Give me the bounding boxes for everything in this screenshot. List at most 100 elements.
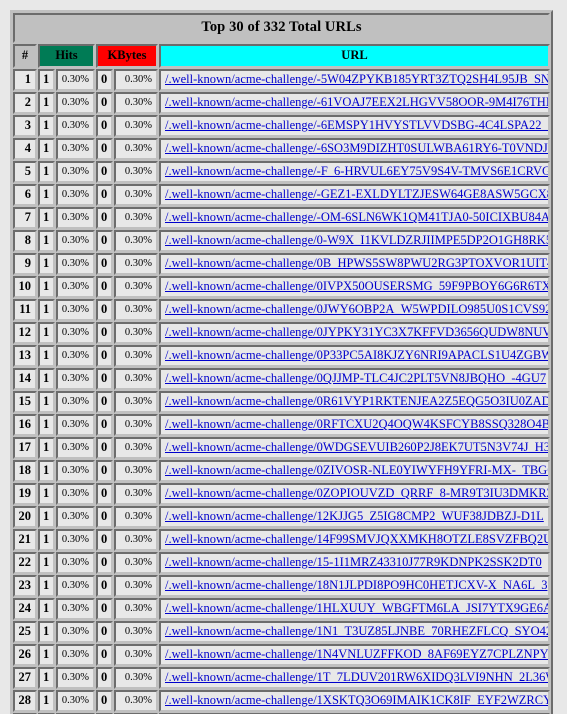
cell-hits: 1 <box>38 598 55 620</box>
cell-hits-pct: 0.30% <box>56 506 95 528</box>
url-link[interactable]: /.well-known/acme-challenge/-6SO3M9DIZHT… <box>165 141 548 155</box>
table-row: 17 1 0.30% 0 0.30%/.well-known/acme-challeng… <box>13 437 550 459</box>
column-header-url[interactable]: URL <box>159 44 550 68</box>
cell-kbytes-pct: 0.30% <box>114 667 158 689</box>
cell-kbytes-pct: 0.30% <box>114 161 158 183</box>
url-link[interactable]: /.well-known/acme-challenge/-F_6-HRVUL6E… <box>165 164 548 178</box>
url-link[interactable]: /.well-known/acme-challenge/0-W9X_I1KVLD… <box>165 233 548 247</box>
cell-hits-pct: 0.30% <box>56 322 95 344</box>
cell-kbytes: 0 <box>96 207 113 229</box>
url-link[interactable]: /.well-known/acme-challenge/1HLXUUY_WBGF… <box>165 601 548 615</box>
url-link[interactable]: /.well-known/acme-challenge/0R61VYP1RKTE… <box>165 394 548 408</box>
cell-kbytes: 0 <box>96 368 113 390</box>
cell-hits-pct: 0.30% <box>56 414 95 436</box>
title-row: Top 30 of 332 Total URLs <box>13 13 550 43</box>
url-link[interactable]: /.well-known/acme-challenge/12KJJG5_Z5IG… <box>165 509 544 523</box>
cell-hits-pct: 0.30% <box>56 575 95 597</box>
url-link[interactable]: /.well-known/acme-challenge/15-1I1MRZ433… <box>165 555 542 569</box>
cell-hits-pct: 0.30% <box>56 138 95 160</box>
cell-hits-pct: 0.30% <box>56 621 95 643</box>
url-link[interactable]: /.well-known/acme-challenge/14F99SMVJQXX… <box>165 532 548 546</box>
cell-hits: 1 <box>38 483 55 505</box>
cell-hits-pct: 0.30% <box>56 690 95 712</box>
cell-kbytes-pct: 0.30% <box>114 598 158 620</box>
cell-rank: 27 <box>13 667 37 689</box>
cell-hits-pct: 0.30% <box>56 460 95 482</box>
cell-hits-pct: 0.30% <box>56 345 95 367</box>
url-link[interactable]: /.well-known/acme-challenge/1N4VNLUZFFKO… <box>165 647 548 661</box>
url-link[interactable]: /.well-known/acme-challenge/-OM-6SLN6WK1… <box>165 210 548 224</box>
cell-hits-pct: 0.30% <box>56 437 95 459</box>
table-row: 25 1 0.30% 0 0.30%/.well-known/acme-challeng… <box>13 621 550 643</box>
cell-hits: 1 <box>38 345 55 367</box>
url-link[interactable]: /.well-known/acme-challenge/0JYPKY31YC3X… <box>165 325 548 339</box>
cell-hits: 1 <box>38 253 55 275</box>
url-link[interactable]: /.well-known/acme-challenge/1XSKTQ3O69IM… <box>165 693 548 707</box>
cell-url: /.well-known/acme-challenge/-6SO3M9DIZHT… <box>159 138 550 160</box>
url-link[interactable]: /.well-known/acme-challenge/1N1_T3UZ85LJ… <box>165 624 548 638</box>
url-link[interactable]: /.well-known/acme-challenge/0IVPX50OUSER… <box>165 279 548 293</box>
cell-rank: 20 <box>13 506 37 528</box>
cell-hits-pct: 0.30% <box>56 644 95 666</box>
cell-rank: 13 <box>13 345 37 367</box>
table-row: 16 1 0.30% 0 0.30%/.well-known/acme-challeng… <box>13 414 550 436</box>
cell-kbytes-pct: 0.30% <box>114 115 158 137</box>
url-link[interactable]: /.well-known/acme-challenge/-GEZ1-EXLDYL… <box>165 187 548 201</box>
url-link[interactable]: /.well-known/acme-challenge/0WDGSEVUIB26… <box>165 440 548 454</box>
cell-url: /.well-known/acme-challenge/0ZOPIOUVZD_Q… <box>159 483 550 505</box>
cell-hits-pct: 0.30% <box>56 368 95 390</box>
url-link[interactable]: /.well-known/acme-challenge/1T_7LDUV201R… <box>165 670 548 684</box>
cell-url: /.well-known/acme-challenge/1HLXUUY_WBGF… <box>159 598 550 620</box>
url-link[interactable]: /.well-known/acme-challenge/0P33PC5AI8KJ… <box>165 348 548 362</box>
url-link[interactable]: /.well-known/acme-challenge/0B_HPWS5SW8P… <box>165 256 548 270</box>
cell-kbytes: 0 <box>96 598 113 620</box>
url-link[interactable]: /.well-known/acme-challenge/-6EMSPY1HVYS… <box>165 118 548 132</box>
column-header-rank[interactable]: # <box>13 44 37 68</box>
table-row: 6 1 0.30% 0 0.30%/.well-known/acme-challenge… <box>13 184 550 206</box>
cell-url: /.well-known/acme-challenge/15-1I1MRZ433… <box>159 552 550 574</box>
cell-url: /.well-known/acme-challenge/0P33PC5AI8KJ… <box>159 345 550 367</box>
table-row: 19 1 0.30% 0 0.30%/.well-known/acme-challeng… <box>13 483 550 505</box>
cell-kbytes: 0 <box>96 437 113 459</box>
cell-url: /.well-known/acme-challenge/0IVPX50OUSER… <box>159 276 550 298</box>
url-link[interactable]: /.well-known/acme-challenge/-5W04ZPYKB18… <box>165 72 548 86</box>
cell-url: /.well-known/acme-challenge/12KJJG5_Z5IG… <box>159 506 550 528</box>
cell-rank: 12 <box>13 322 37 344</box>
cell-rank: 8 <box>13 230 37 252</box>
cell-kbytes-pct: 0.30% <box>114 414 158 436</box>
cell-kbytes: 0 <box>96 460 113 482</box>
cell-kbytes: 0 <box>96 414 113 436</box>
cell-kbytes: 0 <box>96 138 113 160</box>
cell-rank: 1 <box>13 69 37 91</box>
table-row: 15 1 0.30% 0 0.30%/.well-known/acme-challeng… <box>13 391 550 413</box>
table-row: 11 1 0.30% 0 0.30%/.well-known/acme-challeng… <box>13 299 550 321</box>
url-link[interactable]: /.well-known/acme-challenge/0QJJMP-TLC4J… <box>165 371 546 385</box>
url-link[interactable]: /.well-known/acme-challenge/18N1JLPDI8PO… <box>165 578 547 592</box>
cell-rank: 25 <box>13 621 37 643</box>
cell-kbytes-pct: 0.30% <box>114 299 158 321</box>
cell-kbytes: 0 <box>96 69 113 91</box>
cell-rank: 6 <box>13 184 37 206</box>
table-row: 20 1 0.30% 0 0.30%/.well-known/acme-challeng… <box>13 506 550 528</box>
cell-kbytes: 0 <box>96 391 113 413</box>
table-head: Top 30 of 332 Total URLs # Hits KBytes U… <box>13 13 550 68</box>
cell-url: /.well-known/acme-challenge/1N4VNLUZFFKO… <box>159 644 550 666</box>
url-link[interactable]: /.well-known/acme-challenge/0ZIVOSR-NLE0… <box>165 463 548 477</box>
cell-hits-pct: 0.30% <box>56 92 95 114</box>
cell-kbytes: 0 <box>96 552 113 574</box>
url-link[interactable]: /.well-known/acme-challenge/0JWY6OBP2A_W… <box>165 302 548 316</box>
url-link[interactable]: /.well-known/acme-challenge/-61VOAJ7EEX2… <box>165 95 548 109</box>
column-header-kbytes[interactable]: KBytes <box>96 44 158 68</box>
cell-kbytes: 0 <box>96 345 113 367</box>
table-row: 22 1 0.30% 0 0.30%/.well-known/acme-challeng… <box>13 552 550 574</box>
table-row: 8 1 0.30% 0 0.30%/.well-known/acme-challenge… <box>13 230 550 252</box>
cell-url: /.well-known/acme-challenge/0R61VYP1RKTE… <box>159 391 550 413</box>
url-link[interactable]: /.well-known/acme-challenge/0RFTCXU2Q4OQ… <box>165 417 548 431</box>
cell-hits: 1 <box>38 414 55 436</box>
cell-hits-pct: 0.30% <box>56 552 95 574</box>
column-header-hits[interactable]: Hits <box>38 44 95 68</box>
table-row: 28 1 0.30% 0 0.30%/.well-known/acme-challeng… <box>13 690 550 712</box>
cell-kbytes-pct: 0.30% <box>114 483 158 505</box>
url-link[interactable]: /.well-known/acme-challenge/0ZOPIOUVZD_Q… <box>165 486 548 500</box>
cell-kbytes: 0 <box>96 667 113 689</box>
